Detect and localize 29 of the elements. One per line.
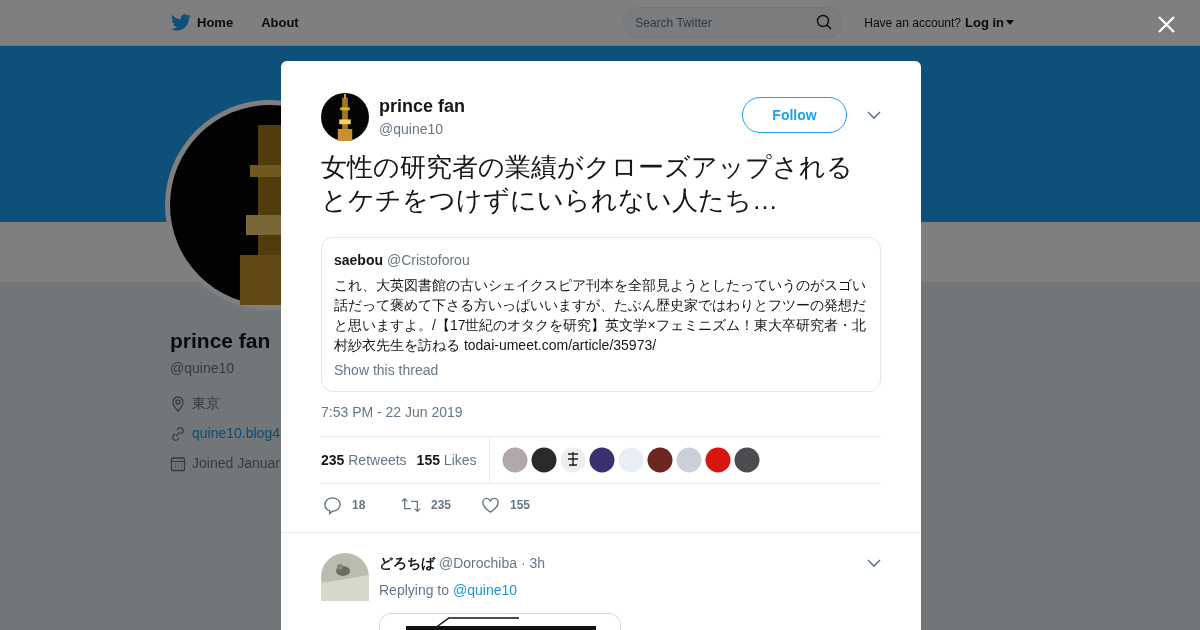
stat-link[interactable]: 235 Retweets [321, 449, 407, 471]
show-thread-link[interactable]: Show this thread [334, 360, 868, 381]
author-name[interactable]: prince fan [379, 95, 466, 117]
profile-handle: @quine10 [170, 359, 236, 378]
profile-location: 東京 [192, 394, 220, 413]
action-count: 235 [431, 497, 452, 514]
article-link[interactable]: todai-umeet.com/article/35973/ [463, 337, 657, 353]
tweet-text: 女性の研究者の業績がクローズアップされるとケチをつけずにいられない人たち… [321, 151, 854, 217]
action-count: 18 [352, 497, 366, 514]
tweet-timestamp: 7:53 PM - 22 Jun 2019 [321, 403, 464, 422]
quoted-tweet[interactable]: saebou @Cristoforou これ、大英図書館の古いシェイクスピア刊本を全部見ようとしたっていうのがスゴい話だって褒めて下さる方いっぱいいますが、たぶん歴史家ではわりとフツーの発想だと思いますよ。/【17世紀のオタクを研究】英文学×フェミニズム！東大卒研究者・北村紗衣先生を訪ねる todai-umeet.com/article/35973/ Show this thread [321, 237, 881, 392]
reply-age: · 3h [521, 554, 546, 573]
author-handle[interactable]: @quine10 [379, 119, 466, 140]
nav-link[interactable]: About [261, 12, 299, 33]
search-field[interactable]: Search Twitter [623, 7, 844, 38]
quoted-author-handle: @Cristoforou [387, 251, 470, 270]
account-prompt: Have an account? [864, 14, 961, 32]
login-button[interactable]: Log in [965, 12, 1014, 33]
quoted-tweet-text: これ、大英図書館の古いシェイクスピア刊本を全部見ようとしたっていうのがスゴい話だって褒めて下さる方いっぱいいますが、たぶん歴史家ではわりとフツーの発想だと思いますよ。/【17世紀のオタクを研究】英文学×フェミニズム！東大卒研究者・北村紗衣先生を訪ねる todai-umeet.com/article/35973/ [334, 276, 867, 355]
nav-link[interactable]: Home [197, 12, 234, 33]
action-count: 155 [510, 497, 531, 514]
profile-name: prince fan [170, 328, 272, 354]
reply-author-handle[interactable]: @Dorochiba [439, 553, 518, 574]
quoted-author-name: saebou [334, 251, 383, 270]
profile-joined: Joined Januar [192, 454, 280, 473]
replying-to-label: Replying to [379, 581, 450, 600]
mention-link[interactable]: @quine10 [453, 580, 518, 601]
stat-link[interactable]: 155 Likes [416, 449, 477, 471]
reply-author-name[interactable]: どろちば [379, 553, 435, 574]
